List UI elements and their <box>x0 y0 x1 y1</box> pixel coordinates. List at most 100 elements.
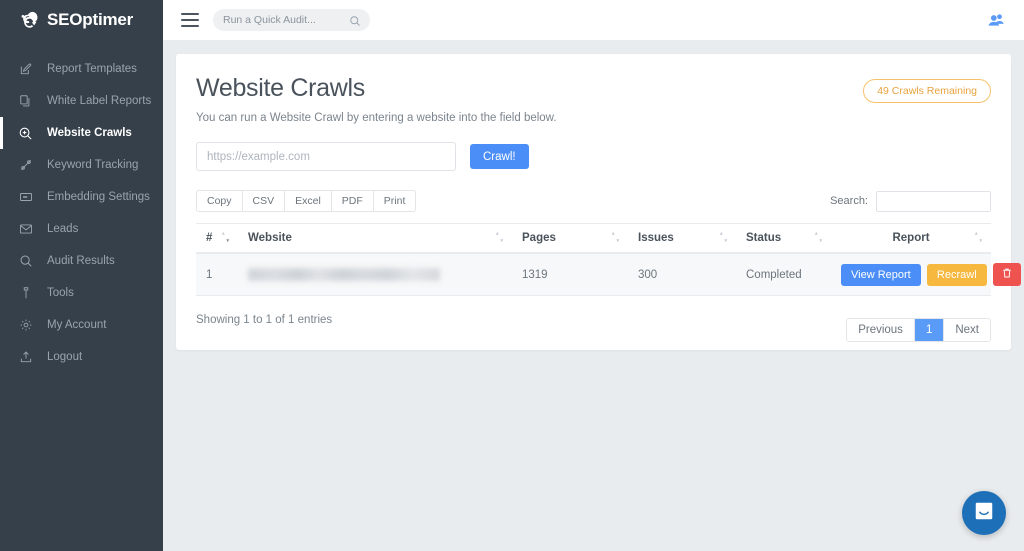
cell-website <box>238 253 512 296</box>
pencil-square-icon <box>18 62 33 77</box>
gear-icon <box>18 318 33 333</box>
main-area: Website Crawls You can run a Website Cra… <box>163 0 1024 551</box>
crawl-form: Crawl! <box>196 142 991 171</box>
search-icon <box>349 14 361 32</box>
sidebar-item-label: Logout <box>47 351 82 363</box>
sort-both-icon <box>495 231 504 245</box>
sidebar-item-audit-results[interactable]: Audit Results <box>0 245 163 277</box>
column-label: Report <box>892 232 929 244</box>
pagination-page-1[interactable]: 1 <box>915 319 944 341</box>
sidebar-item-leads[interactable]: Leads <box>0 213 163 245</box>
sort-both-icon <box>814 231 823 245</box>
pagination-next[interactable]: Next <box>944 319 990 341</box>
table-search: Search: <box>830 191 991 212</box>
pagination: Previous 1 Next <box>846 318 991 342</box>
website-url-input[interactable] <box>196 142 456 171</box>
page-subtitle: You can run a Website Crawl by entering … <box>196 112 991 124</box>
search-input[interactable] <box>223 14 343 26</box>
sidebar-item-label: My Account <box>47 319 106 331</box>
csv-button[interactable]: CSV <box>242 190 286 212</box>
seoptimer-logo-icon <box>18 9 40 31</box>
table-tools: Copy CSV Excel PDF Print Search: <box>196 190 991 212</box>
column-header-status[interactable]: Status <box>736 224 831 254</box>
crawl-button[interactable]: Crawl! <box>470 144 529 169</box>
recrawl-button[interactable]: Recrawl <box>927 264 987 286</box>
delete-crawl-button[interactable] <box>993 263 1021 286</box>
hamburger-icon[interactable] <box>181 13 199 27</box>
sidebar-item-tools[interactable]: Tools <box>0 277 163 309</box>
sort-both-icon <box>719 231 728 245</box>
cell-status: Completed <box>736 253 831 296</box>
pagination-previous[interactable]: Previous <box>847 319 915 341</box>
trash-icon <box>1001 270 1013 282</box>
crawls-remaining-badge: 49 Crawls Remaining <box>863 79 991 103</box>
embed-box-icon <box>18 190 33 205</box>
chat-bubble-icon <box>973 500 995 527</box>
topbar <box>163 0 1024 40</box>
sidebar-item-keyword-tracking[interactable]: Keyword Tracking <box>0 149 163 181</box>
sidebar-item-report-templates[interactable]: Report Templates <box>0 53 163 85</box>
view-report-button[interactable]: View Report <box>841 264 921 286</box>
card-header: Website Crawls You can run a Website Cra… <box>196 74 991 124</box>
sidebar-item-embedding-settings[interactable]: Embedding Settings <box>0 181 163 213</box>
brand-name: SEOptimer <box>47 10 133 30</box>
sort-desc-icon <box>221 231 230 245</box>
sidebar-nav: Report Templates White Label Reports Web… <box>0 53 163 373</box>
excel-button[interactable]: Excel <box>284 190 332 212</box>
table-body: 1 1319 300 Completed View Report Recrawl <box>196 253 991 296</box>
sidebar-item-label: Embedding Settings <box>47 191 150 203</box>
column-label: Website <box>248 232 292 244</box>
quick-audit-search[interactable] <box>213 9 370 31</box>
sort-both-icon <box>611 231 620 245</box>
website-crawls-card: Website Crawls You can run a Website Cra… <box>176 54 1011 350</box>
logout-upload-icon <box>18 350 33 365</box>
table-head: # Website <box>196 224 991 254</box>
print-button[interactable]: Print <box>373 190 417 212</box>
entries-info: Showing 1 to 1 of 1 entries <box>196 314 332 326</box>
cell-issues: 300 <box>628 253 736 296</box>
sidebar-item-my-account[interactable]: My Account <box>0 309 163 341</box>
export-buttons-group: Copy CSV Excel PDF Print <box>196 190 416 212</box>
sidebar-item-white-label-reports[interactable]: White Label Reports <box>0 85 163 117</box>
column-label: Issues <box>638 232 674 244</box>
cell-report-actions: View Report Recrawl <box>831 253 991 296</box>
column-header-issues[interactable]: Issues <box>628 224 736 254</box>
app-root: SEOptimer Report Templates White Label R… <box>0 0 1024 551</box>
sidebar-item-logout[interactable]: Logout <box>0 341 163 373</box>
chat-launcher-button[interactable] <box>962 491 1006 535</box>
wrench-icon <box>18 286 33 301</box>
search-icon <box>18 254 33 269</box>
column-label: # <box>206 232 212 244</box>
column-header-number[interactable]: # <box>196 224 238 254</box>
column-header-website[interactable]: Website <box>238 224 512 254</box>
table-search-label: Search: <box>830 195 868 207</box>
cell-pages: 1319 <box>512 253 628 296</box>
column-header-report[interactable]: Report <box>831 224 991 254</box>
trend-line-icon <box>18 158 33 173</box>
table-row: 1 1319 300 Completed View Report Recrawl <box>196 253 991 296</box>
cell-number: 1 <box>196 253 238 296</box>
sidebar-item-label: Website Crawls <box>47 127 132 139</box>
sort-both-icon <box>974 231 983 245</box>
column-label: Status <box>746 232 781 244</box>
copy-documents-icon <box>18 94 33 109</box>
sidebar-item-label: Keyword Tracking <box>47 159 138 171</box>
sidebar-item-website-crawls[interactable]: Website Crawls <box>0 117 163 149</box>
redacted-website-value <box>248 268 440 281</box>
pdf-button[interactable]: PDF <box>331 190 374 212</box>
sidebar-item-label: Report Templates <box>47 63 137 75</box>
sidebar: SEOptimer Report Templates White Label R… <box>0 0 163 551</box>
column-header-pages[interactable]: Pages <box>512 224 628 254</box>
sidebar-item-label: Audit Results <box>47 255 115 267</box>
envelope-icon <box>18 222 33 237</box>
sidebar-item-label: Tools <box>47 287 74 299</box>
table-search-input[interactable] <box>876 191 991 212</box>
table-header-row: # Website <box>196 224 991 254</box>
crawls-table: # Website <box>196 223 991 296</box>
sidebar-item-label: White Label Reports <box>47 95 151 107</box>
people-icon[interactable] <box>987 11 1006 30</box>
brand[interactable]: SEOptimer <box>0 0 163 40</box>
column-label: Pages <box>522 232 556 244</box>
copy-button[interactable]: Copy <box>196 190 243 212</box>
magnifier-plus-icon <box>18 126 33 141</box>
